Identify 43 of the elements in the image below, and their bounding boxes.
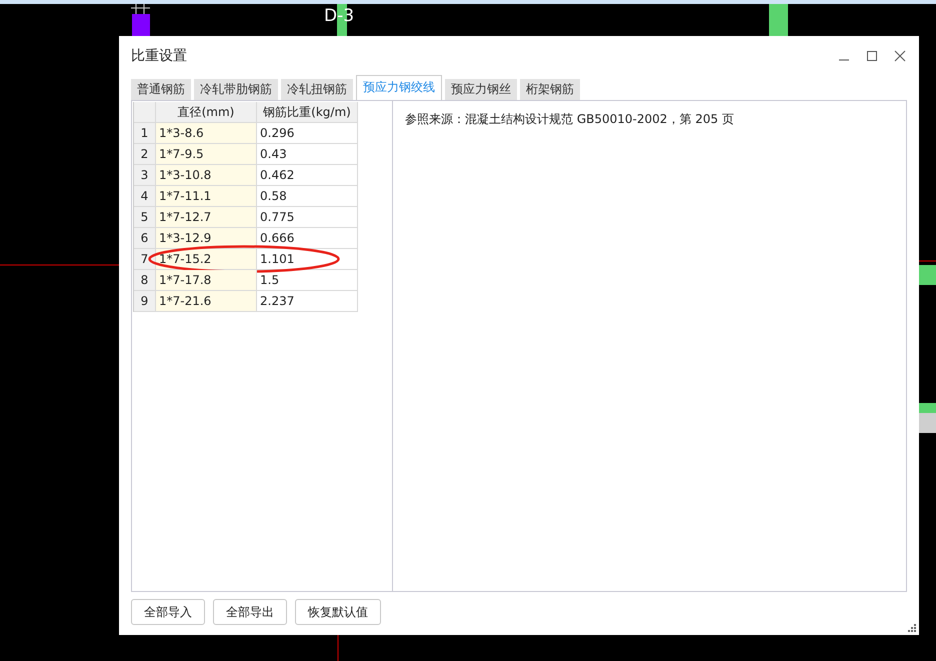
action-button[interactable]: 恢复默认值 [295,599,381,625]
table-cell: 1.101 [257,249,358,269]
row-number: 3 [134,165,156,185]
column-header: 钢筋比重(kg/m) [257,102,358,122]
close-icon[interactable] [894,50,906,62]
table-cell: 0.43 [257,144,358,164]
tab[interactable]: 冷轧扭钢筋 [281,79,353,100]
tab[interactable]: 预应力钢丝 [445,79,517,100]
row-number: 8 [134,270,156,290]
table-cell: 1*7-12.7 [156,207,257,227]
row-number: 6 [134,228,156,248]
table-cell: 1.5 [257,270,358,290]
table-cell: 1*3-10.8 [156,165,257,185]
tab[interactable]: 桁架钢筋 [520,79,580,100]
maximize-icon[interactable] [866,50,878,62]
table-cell: 1*7-21.6 [156,291,257,311]
row-number: 7 [134,249,156,269]
row-number: 2 [134,144,156,164]
table-cell: 1*7-9.5 [156,144,257,164]
action-button[interactable]: 全部导入 [131,599,205,625]
tab[interactable]: 预应力钢绞线 [356,75,442,100]
table-cell: 1*3-8.6 [156,123,257,143]
table-cell: 1*7-15.2 [156,249,257,269]
table-cell: 1*7-11.1 [156,186,257,206]
table-cell: 0.58 [257,186,358,206]
row-number: 1 [134,123,156,143]
row-number: 5 [134,207,156,227]
row-number: 9 [134,291,156,311]
resize-grip-icon[interactable] [908,624,916,632]
action-button[interactable]: 全部导出 [213,599,287,625]
table-cell: 0.666 [257,228,358,248]
column-header: 直径(mm) [156,102,257,122]
table-cell: 0.296 [257,123,358,143]
tab[interactable]: 普通钢筋 [131,79,191,100]
reference-note: 参照来源：混凝土结构设计规范 GB50010-2002，第 205 页 [405,112,734,126]
row-number: 4 [134,186,156,206]
table-cell: 1*3-12.9 [156,228,257,248]
table-cell: 0.775 [257,207,358,227]
window-title: 比重设置 [131,47,187,65]
table-cell: 1*7-17.8 [156,270,257,290]
tab[interactable]: 冷轧带肋钢筋 [194,79,278,100]
table-cell: 0.462 [257,165,358,185]
table-cell: 2.237 [257,291,358,311]
